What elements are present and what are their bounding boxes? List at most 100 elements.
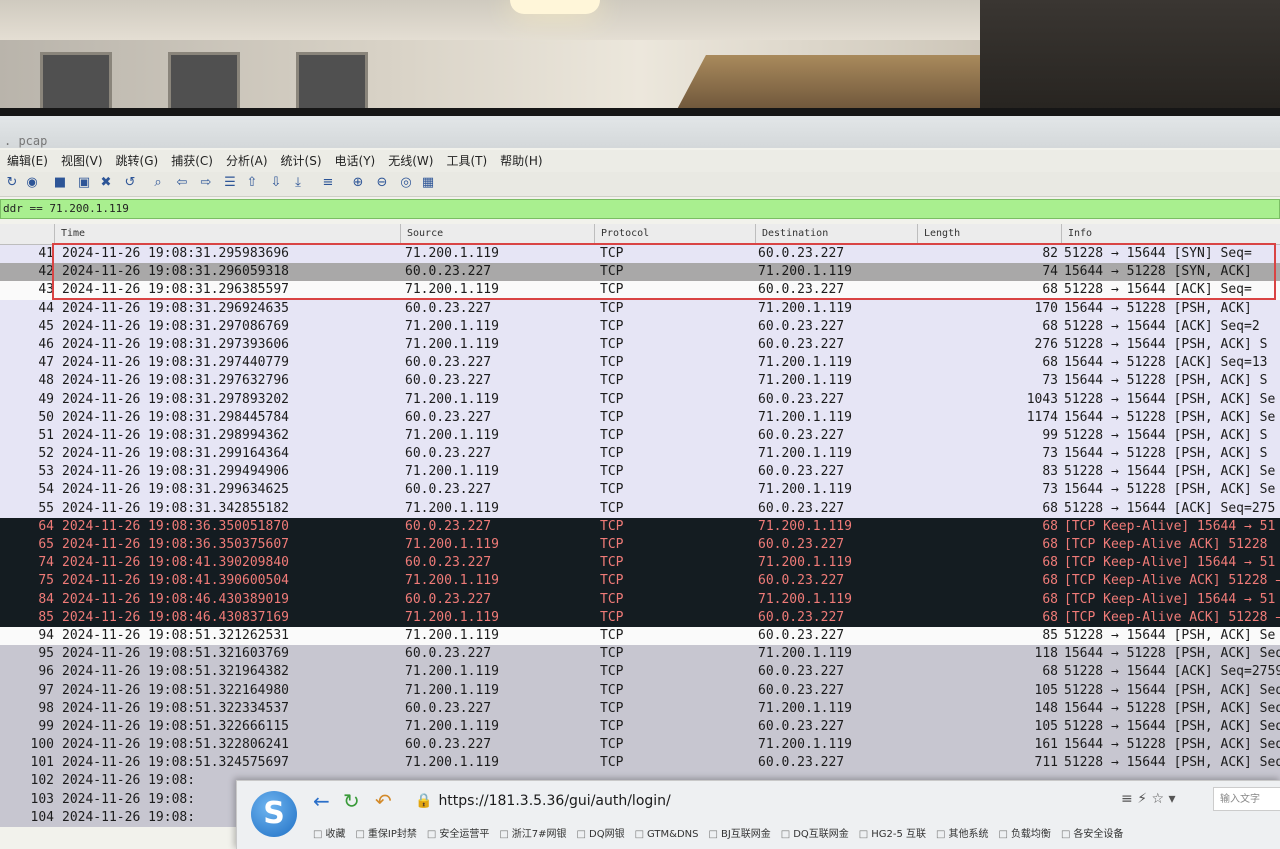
menu-item[interactable]: 视图(V) <box>61 154 103 168</box>
save-icon[interactable]: ▣ <box>76 175 92 191</box>
packet-time: 2024-11-26 19:08:51.322666115 <box>62 718 289 734</box>
zoom-in-icon[interactable]: ⊕ <box>350 175 366 191</box>
undo-icon[interactable]: ↶ <box>375 791 392 811</box>
packet-row[interactable]: 41 2024-11-26 19:08:31.295983696 71.200.1.… <box>0 245 1280 264</box>
packet-row[interactable]: 85 2024-11-26 19:08:46.430837169 71.200.1.… <box>0 608 1280 627</box>
packet-row[interactable]: 51 2024-11-26 19:08:31.298994362 71.200.1.… <box>0 426 1280 446</box>
bookmark-item[interactable]: 浙江7#网银 <box>499 825 567 845</box>
packet-row[interactable]: 99 2024-11-26 19:08:51.322666115 71.200.1.… <box>0 717 1280 737</box>
column-destination[interactable]: Destination <box>755 224 917 244</box>
packet-dst: 71.200.1.119 <box>758 555 852 571</box>
packet-row[interactable]: 64 2024-11-26 19:08:36.350051870 60.0.23.2… <box>0 517 1280 536</box>
packet-src: 60.0.23.227 <box>405 482 492 498</box>
packet-row[interactable]: 43 2024-11-26 19:08:31.296385597 71.200.1.… <box>0 281 1280 300</box>
packet-src: 71.200.1.119 <box>405 282 499 298</box>
packet-row[interactable]: 53 2024-11-26 19:08:31.299494906 71.200.1.… <box>0 463 1280 482</box>
packet-row[interactable]: 95 2024-11-26 19:08:51.321603769 60.0.23.2… <box>0 645 1280 664</box>
packet-row[interactable]: 55 2024-11-26 19:08:31.342855182 71.200.1.… <box>0 499 1280 518</box>
lightning-icon[interactable]: ⚡ <box>1137 791 1147 807</box>
display-filter-input[interactable]: ddr == 71.200.1.119 <box>0 199 1280 219</box>
packet-no: 48 <box>38 373 54 389</box>
packet-row[interactable]: 75 2024-11-26 19:08:41.390600504 71.200.1.… <box>0 572 1280 591</box>
bookmark-item[interactable]: 负载均衡 <box>998 825 1051 845</box>
autoscroll-icon[interactable]: ⤓ <box>290 175 306 191</box>
packet-row[interactable]: 47 2024-11-26 19:08:31.297440779 60.0.23.2… <box>0 354 1280 373</box>
packet-row[interactable]: 42 2024-11-26 19:08:31.296059318 60.0.23.2… <box>0 263 1280 282</box>
reload-icon[interactable]: ↻ <box>4 175 20 191</box>
packet-src: 60.0.23.227 <box>405 591 492 607</box>
menu-item[interactable]: 工具(T) <box>446 154 487 168</box>
bookmark-item[interactable]: 安全运营平 <box>427 825 489 845</box>
bookmark-item[interactable]: 收藏 <box>313 825 345 845</box>
reload-file-icon[interactable]: ↺ <box>122 175 138 191</box>
column-protocol[interactable]: Protocol <box>594 224 755 244</box>
bookmark-item[interactable]: DQ互联网金 <box>781 825 849 845</box>
packet-row[interactable]: 98 2024-11-26 19:08:51.322334537 60.0.23.2… <box>0 699 1280 718</box>
menu-item[interactable]: 跳转(G) <box>116 154 159 168</box>
packet-row[interactable]: 74 2024-11-26 19:08:41.390209840 60.0.23.2… <box>0 554 1280 573</box>
packet-row[interactable]: 54 2024-11-26 19:08:31.299634625 60.0.23.2… <box>0 481 1280 500</box>
packet-time: 2024-11-26 19:08:31.296059318 <box>62 264 289 280</box>
packet-info: 51228 → 15644 [PSH, ACK] S <box>1064 427 1268 443</box>
first-icon[interactable]: ⇧ <box>244 175 260 191</box>
bookmark-item[interactable]: DQ网银 <box>577 825 625 845</box>
packet-row[interactable]: 48 2024-11-26 19:08:31.297632796 60.0.23.2… <box>0 372 1280 391</box>
bookmark-item[interactable]: GTM&DNS <box>635 825 698 845</box>
zoom-reset-icon[interactable]: ◎ <box>398 175 414 191</box>
bookmark-item[interactable]: 其他系统 <box>936 825 988 845</box>
back-icon[interactable]: ⇦ <box>174 175 190 191</box>
star-icon[interactable]: ☆ <box>1151 791 1164 807</box>
packet-row[interactable]: 65 2024-11-26 19:08:36.350375607 71.200.1.… <box>0 536 1280 555</box>
close-file-icon[interactable]: ✖ <box>98 175 114 191</box>
bookmark-item[interactable]: 重保IP封禁 <box>355 825 417 845</box>
packet-row[interactable]: 44 2024-11-26 19:08:31.296924635 60.0.23.2… <box>0 299 1280 318</box>
packet-src: 60.0.23.227 <box>405 409 492 425</box>
packet-time: 2024-11-26 19:08:51.321964382 <box>62 664 289 680</box>
packet-proto: TCP <box>600 555 624 571</box>
packet-row[interactable]: 50 2024-11-26 19:08:31.298445784 60.0.23.2… <box>0 408 1280 427</box>
grid-icon[interactable]: ≡ <box>1121 791 1133 807</box>
find-icon[interactable]: ⌕ <box>150 175 166 191</box>
menu-item[interactable]: 分析(A) <box>226 154 268 168</box>
packet-row[interactable]: 96 2024-11-26 19:08:51.321964382 71.200.1.… <box>0 663 1280 682</box>
column-time[interactable]: Time <box>54 224 400 244</box>
bookmark-item[interactable]: 各安全设备 <box>1061 825 1123 845</box>
packet-info: 51228 → 15644 [PSH, ACK] Se <box>1064 464 1276 480</box>
zoom-out-icon[interactable]: ⊖ <box>374 175 390 191</box>
packet-row[interactable]: 46 2024-11-26 19:08:31.297393606 71.200.1.… <box>0 335 1280 355</box>
address-bar[interactable]: 🔒 https://181.3.5.36/gui/auth/login/ <box>415 789 1095 813</box>
packet-row[interactable]: 52 2024-11-26 19:08:31.299164364 60.0.23.2… <box>0 445 1280 464</box>
background-room <box>0 0 1280 118</box>
column-info[interactable]: Info <box>1061 224 1280 244</box>
menu-item[interactable]: 统计(S) <box>281 154 322 168</box>
menu-item[interactable]: 编辑(E) <box>7 154 48 168</box>
packet-time: 2024-11-26 19:08:46.430837169 <box>62 609 289 625</box>
packet-row[interactable]: 94 2024-11-26 19:08:51.321262531 71.200.1.… <box>0 626 1280 646</box>
resize-columns-icon[interactable]: ▦ <box>420 175 436 191</box>
menu-item[interactable]: 电话(Y) <box>335 154 376 168</box>
last-icon[interactable]: ⇩ <box>268 175 284 191</box>
bookmark-item[interactable]: HG2-5 互联 <box>859 825 926 845</box>
menu-item[interactable]: 帮助(H) <box>500 154 542 168</box>
column-source[interactable]: Source <box>400 224 594 244</box>
packet-row[interactable]: 97 2024-11-26 19:08:51.322164980 71.200.1.… <box>0 681 1280 700</box>
packet-no: 54 <box>38 482 54 498</box>
bookmark-item[interactable]: BJ互联网金 <box>709 825 771 845</box>
options-icon[interactable]: ◉ <box>24 175 40 191</box>
refresh-icon[interactable]: ↻ <box>343 791 360 811</box>
column-length[interactable]: Length <box>917 224 1061 244</box>
packet-row[interactable]: 100 2024-11-26 19:08:51.322806241 60.0.23.… <box>0 736 1280 755</box>
browser-search-input[interactable]: 输入文字 <box>1213 787 1280 811</box>
forward-icon[interactable]: ⇨ <box>198 175 214 191</box>
dropdown-icon[interactable]: ▾ <box>1169 791 1176 807</box>
menu-item[interactable]: 无线(W) <box>388 154 433 168</box>
goto-icon[interactable]: ☰ <box>222 175 238 191</box>
colorize-icon[interactable]: ≡ <box>320 175 336 191</box>
menu-item[interactable]: 捕获(C) <box>171 154 213 168</box>
packet-row[interactable]: 84 2024-11-26 19:08:46.430389019 60.0.23.2… <box>0 590 1280 609</box>
back-arrow-icon[interactable]: ← <box>313 791 330 811</box>
packet-row[interactable]: 101 2024-11-26 19:08:51.324575697 71.200.1… <box>0 754 1280 773</box>
packet-row[interactable]: 49 2024-11-26 19:08:31.297893202 71.200.1.… <box>0 390 1280 409</box>
packet-row[interactable]: 45 2024-11-26 19:08:31.297086769 71.200.1.… <box>0 317 1280 336</box>
open-icon[interactable]: ■ <box>52 175 68 191</box>
